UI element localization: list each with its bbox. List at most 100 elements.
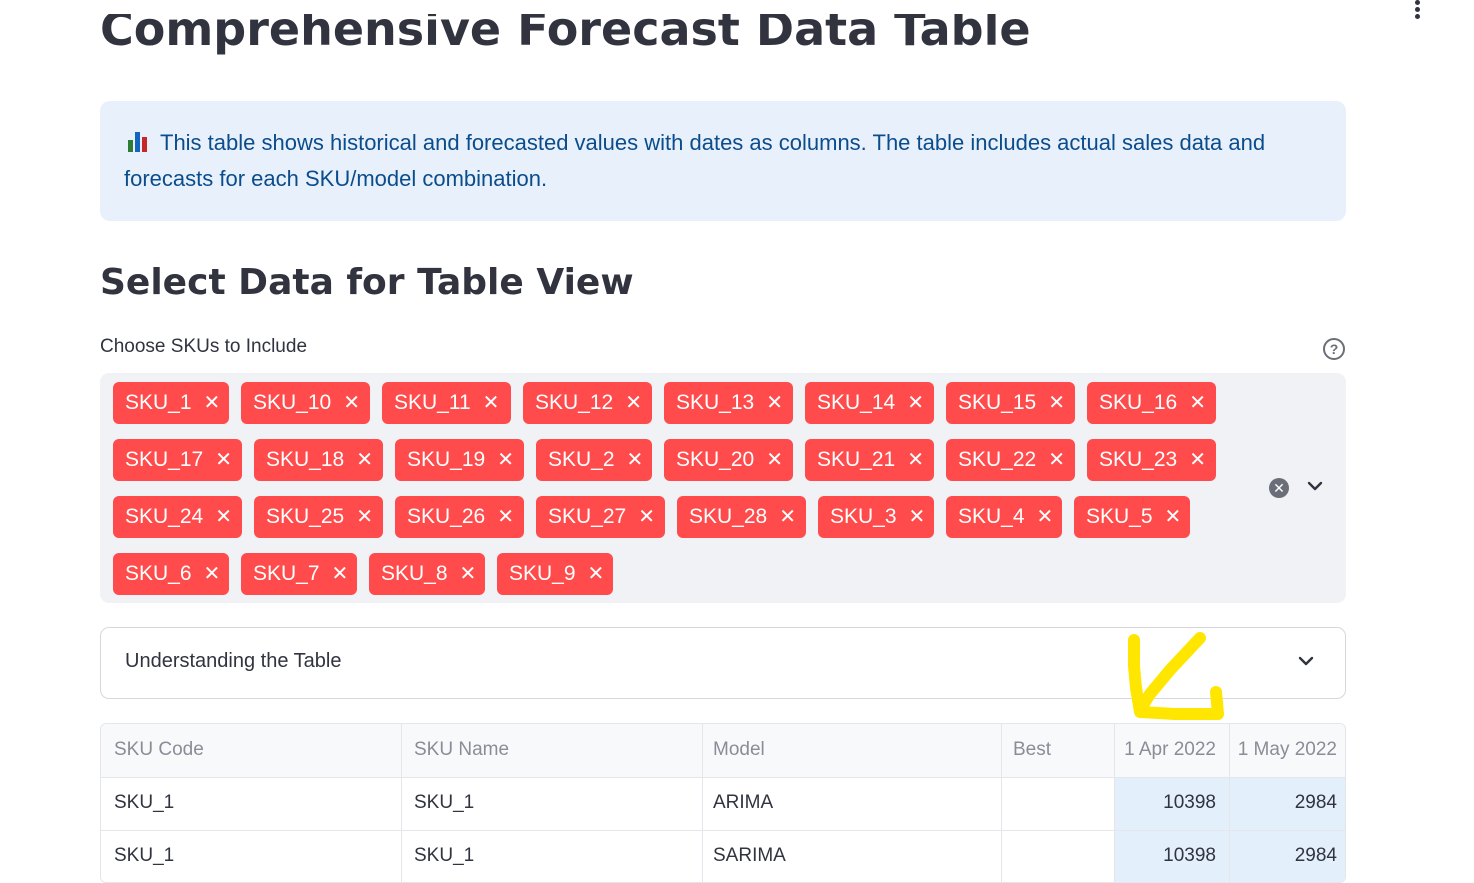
remove-tag-icon[interactable]: ✕ <box>907 382 924 424</box>
sku-tag[interactable]: SKU_27 ✕ <box>536 496 665 538</box>
sku-tag[interactable]: SKU_6 ✕ <box>113 553 229 595</box>
remove-tag-icon[interactable]: ✕ <box>356 439 373 481</box>
sku-tag[interactable]: SKU_10 ✕ <box>241 382 370 424</box>
remove-tag-icon[interactable]: ✕ <box>1189 382 1206 424</box>
sku-tag-label: SKU_25 <box>266 505 345 528</box>
remove-tag-icon[interactable]: ✕ <box>215 439 232 481</box>
help-icon[interactable]: ? <box>1323 338 1345 360</box>
understanding-table-expander[interactable]: Understanding the Table <box>100 627 1346 699</box>
sku-tag-label: SKU_8 <box>381 562 448 585</box>
table-cell[interactable]: SKU_1 <box>114 845 174 867</box>
column-header-sku-name[interactable]: SKU Name <box>414 739 509 761</box>
sku-tag-label: SKU_1 <box>125 391 192 414</box>
sku-tag-label: SKU_15 <box>958 391 1037 414</box>
remove-tag-icon[interactable]: ✕ <box>588 553 605 595</box>
sku-tag-label: SKU_14 <box>817 391 896 414</box>
remove-tag-icon[interactable]: ✕ <box>907 439 924 481</box>
remove-tag-icon[interactable]: ✕ <box>1048 382 1065 424</box>
page-title: Comprehensive Forecast Data Table <box>100 14 1031 56</box>
column-header-sku-code[interactable]: SKU Code <box>114 739 204 761</box>
sku-tag-label: SKU_22 <box>958 448 1037 471</box>
sku-tag-label: SKU_16 <box>1099 391 1178 414</box>
sku-tag-label: SKU_4 <box>958 505 1025 528</box>
remove-tag-icon[interactable]: ✕ <box>766 439 783 481</box>
section-title: Select Data for Table View <box>100 262 634 303</box>
sku-tag[interactable]: SKU_23 ✕ <box>1087 439 1216 481</box>
sku-multiselect[interactable]: SKU_1 ✕ SKU_10 ✕ SKU_11 ✕ SKU_12 ✕ SKU_13 ✕ SKU_14… <box>100 373 1346 603</box>
table-cell[interactable]: SARIMA <box>713 845 786 867</box>
sku-tag[interactable]: SKU_28 ✕ <box>677 496 806 538</box>
sku-select-label: Choose SKUs to Include <box>100 336 308 357</box>
sku-tag-label: SKU_19 <box>407 448 486 471</box>
sku-tag-label: SKU_28 <box>689 505 768 528</box>
table-cell[interactable]: 10398 <box>1115 792 1216 814</box>
forecast-data-table[interactable]: SKU Code SKU Name Model Best 1 Apr 2022 … <box>100 723 1346 883</box>
sku-tag[interactable]: SKU_19 ✕ <box>395 439 524 481</box>
table-cell[interactable]: SKU_1 <box>114 792 174 814</box>
remove-tag-icon[interactable]: ✕ <box>204 553 221 595</box>
main-menu-icon[interactable] <box>1410 0 1426 22</box>
table-cell[interactable]: 2984 <box>1230 845 1337 867</box>
sku-tag[interactable]: SKU_21 ✕ <box>805 439 934 481</box>
remove-tag-icon[interactable]: ✕ <box>909 496 926 538</box>
table-cell[interactable]: ARIMA <box>713 792 773 814</box>
remove-tag-icon[interactable]: ✕ <box>460 553 477 595</box>
sku-tag-label: SKU_18 <box>266 448 345 471</box>
column-header-best[interactable]: Best <box>1013 739 1051 761</box>
sku-tag[interactable]: SKU_18 ✕ <box>254 439 383 481</box>
sku-tag[interactable]: SKU_17 ✕ <box>113 439 242 481</box>
chevron-down-icon[interactable] <box>1295 650 1317 672</box>
sku-tag[interactable]: SKU_9 ✕ <box>497 553 613 595</box>
table-cell[interactable]: 2984 <box>1230 792 1337 814</box>
table-cell[interactable]: SKU_1 <box>414 845 474 867</box>
remove-tag-icon[interactable]: ✕ <box>497 496 514 538</box>
sku-tag[interactable]: SKU_3 ✕ <box>818 496 934 538</box>
sku-tag[interactable]: SKU_15 ✕ <box>946 382 1075 424</box>
remove-tag-icon[interactable]: ✕ <box>779 496 796 538</box>
sku-tag[interactable]: SKU_7 ✕ <box>241 553 357 595</box>
sku-tag[interactable]: SKU_12 ✕ <box>523 382 652 424</box>
remove-tag-icon[interactable]: ✕ <box>215 496 232 538</box>
remove-tag-icon[interactable]: ✕ <box>1048 439 1065 481</box>
remove-tag-icon[interactable]: ✕ <box>204 382 221 424</box>
info-text: This table shows historical and forecast… <box>124 130 1266 191</box>
sku-tag-label: SKU_27 <box>548 505 627 528</box>
sku-tag[interactable]: SKU_25 ✕ <box>254 496 383 538</box>
remove-tag-icon[interactable]: ✕ <box>625 382 642 424</box>
sku-tag-label: SKU_7 <box>253 562 320 585</box>
table-cell[interactable]: 10398 <box>1115 845 1216 867</box>
sku-tag[interactable]: SKU_20 ✕ <box>664 439 793 481</box>
sku-tag[interactable]: SKU_2 ✕ <box>536 439 652 481</box>
sku-tag[interactable]: SKU_4 ✕ <box>946 496 1062 538</box>
sku-tag[interactable]: SKU_8 ✕ <box>369 553 485 595</box>
sku-tag[interactable]: SKU_24 ✕ <box>113 496 242 538</box>
sku-tag-label: SKU_3 <box>830 505 897 528</box>
remove-tag-icon[interactable]: ✕ <box>766 382 783 424</box>
column-header-date[interactable]: 1 May 2022 <box>1230 739 1337 761</box>
sku-tag[interactable]: SKU_13 ✕ <box>664 382 793 424</box>
sku-tag-label: SKU_10 <box>253 391 332 414</box>
sku-tag[interactable]: SKU_26 ✕ <box>395 496 524 538</box>
sku-tag[interactable]: SKU_5 ✕ <box>1074 496 1190 538</box>
sku-tag[interactable]: SKU_11 ✕ <box>382 382 511 424</box>
remove-tag-icon[interactable]: ✕ <box>627 439 644 481</box>
remove-tag-icon[interactable]: ✕ <box>343 382 360 424</box>
sku-tag[interactable]: SKU_1 ✕ <box>113 382 229 424</box>
remove-tag-icon[interactable]: ✕ <box>483 382 500 424</box>
column-header-date[interactable]: 1 Apr 2022 <box>1115 739 1216 761</box>
remove-tag-icon[interactable]: ✕ <box>1165 496 1182 538</box>
remove-tag-icon[interactable]: ✕ <box>356 496 373 538</box>
column-header-model[interactable]: Model <box>713 739 765 761</box>
sku-tag[interactable]: SKU_22 ✕ <box>946 439 1075 481</box>
clear-all-icon[interactable]: ✕ <box>1269 478 1289 498</box>
chevron-down-icon[interactable] <box>1304 475 1326 497</box>
remove-tag-icon[interactable]: ✕ <box>497 439 514 481</box>
remove-tag-icon[interactable]: ✕ <box>332 553 349 595</box>
table-cell[interactable]: SKU_1 <box>414 792 474 814</box>
sku-tag[interactable]: SKU_14 ✕ <box>805 382 934 424</box>
remove-tag-icon[interactable]: ✕ <box>638 496 655 538</box>
bar-chart-icon <box>128 132 150 152</box>
sku-tag[interactable]: SKU_16 ✕ <box>1087 382 1216 424</box>
remove-tag-icon[interactable]: ✕ <box>1189 439 1206 481</box>
remove-tag-icon[interactable]: ✕ <box>1037 496 1054 538</box>
